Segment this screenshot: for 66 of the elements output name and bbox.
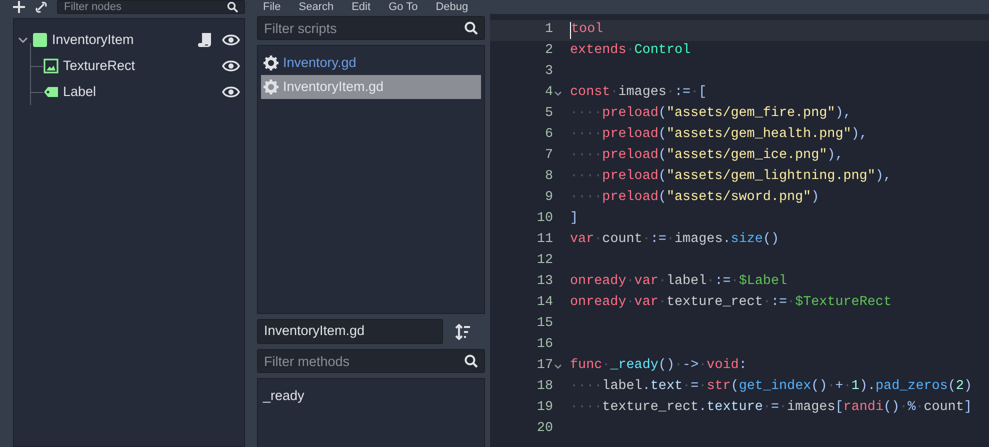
line-number: 16 [536, 336, 553, 354]
code-line: ····texture_rect.texture·=·images[randi()·%·count] [570, 399, 972, 418]
line-number: 11 [536, 231, 553, 250]
script-name: InventoryItem.gd [283, 78, 384, 96]
tree-item[interactable]: Label [43, 79, 240, 105]
line-number: 19 [536, 399, 553, 418]
tag-node-icon [43, 84, 59, 100]
search-icon [227, 2, 238, 12]
line-number: 9 [544, 189, 553, 208]
tree-item[interactable]: TextureRect [43, 53, 240, 79]
code-line: onready·var·label·:=·$Label [570, 273, 788, 292]
tree-item[interactable]: InventoryItem [18, 27, 240, 53]
line-number: 18 [536, 378, 553, 396]
script-name: Inventory.gd [283, 54, 356, 72]
filter-field[interactable]: Filter nodes [57, 0, 245, 14]
code-line: const·images·:=·[ [570, 84, 707, 102]
line-number: 15 [536, 315, 553, 334]
code-line: func·_ready()·->·void: [570, 357, 747, 376]
script-name-field: InventoryItem.gd [257, 319, 443, 344]
square-node-icon [32, 32, 48, 48]
code-line: var·count·:=·images.size() [570, 231, 780, 250]
script-icon[interactable] [198, 32, 212, 48]
code-line: ····preload("assets/gem_fire.png"), [570, 105, 852, 124]
line-number: 5 [544, 105, 553, 124]
menu-item[interactable]: File [263, 0, 281, 14]
script-item[interactable]: Inventory.gd [261, 51, 481, 75]
gear-icon [263, 55, 279, 71]
line-number: 20 [536, 420, 553, 438]
line-number: 8 [544, 168, 553, 186]
sort-icon[interactable] [455, 324, 471, 340]
text-cursor [570, 22, 571, 39]
code-line: ····preload("assets/sword.png") [570, 189, 820, 208]
menu-item[interactable]: Edit [352, 0, 371, 14]
code-line: extends·Control [570, 42, 691, 60]
picture-node-icon [43, 58, 59, 74]
menu-item[interactable]: Go To [388, 0, 418, 14]
code-line: ····preload("assets/gem_lightning.png"), [570, 168, 892, 186]
line-number: 12 [536, 252, 553, 270]
line-number: 14 [536, 294, 553, 312]
fold-caret-icon[interactable] [554, 364, 562, 370]
line-number: 13 [536, 273, 553, 292]
code-line: ] [570, 210, 578, 228]
gear-icon [263, 79, 279, 95]
search-icon [464, 21, 478, 35]
filter-field[interactable]: Filter scripts [257, 16, 485, 40]
search-icon [464, 354, 478, 368]
filter-field[interactable]: Filter methods [257, 349, 485, 373]
code-line: ····preload("assets/gem_health.png"), [570, 126, 868, 144]
line-number: 4 [544, 84, 553, 102]
method-item[interactable]: _ready [261, 384, 481, 408]
line-number: 1 [544, 21, 553, 40]
line-number: 10 [536, 210, 553, 228]
menu-item[interactable]: Debug [436, 0, 468, 14]
line-number: 2 [544, 42, 553, 60]
code-line: ····preload("assets/gem_ice.png"), [570, 147, 844, 166]
line-number: 17 [536, 357, 553, 376]
line-number: 6 [544, 126, 553, 144]
line-number: 7 [544, 147, 553, 166]
fold-caret-icon[interactable] [554, 90, 562, 96]
menu-item[interactable]: Search [298, 0, 334, 14]
add-icon[interactable] [13, 1, 25, 13]
code-line: tool [571, 21, 604, 40]
code-line: onready·var·texture_rect·:=·$TextureRect [570, 294, 892, 312]
caret-icon[interactable] [18, 35, 28, 45]
code-line: ····label.text·=·str(get_index()·+·1).pad_zeros(2) [570, 378, 972, 396]
line-number: 3 [544, 63, 553, 82]
